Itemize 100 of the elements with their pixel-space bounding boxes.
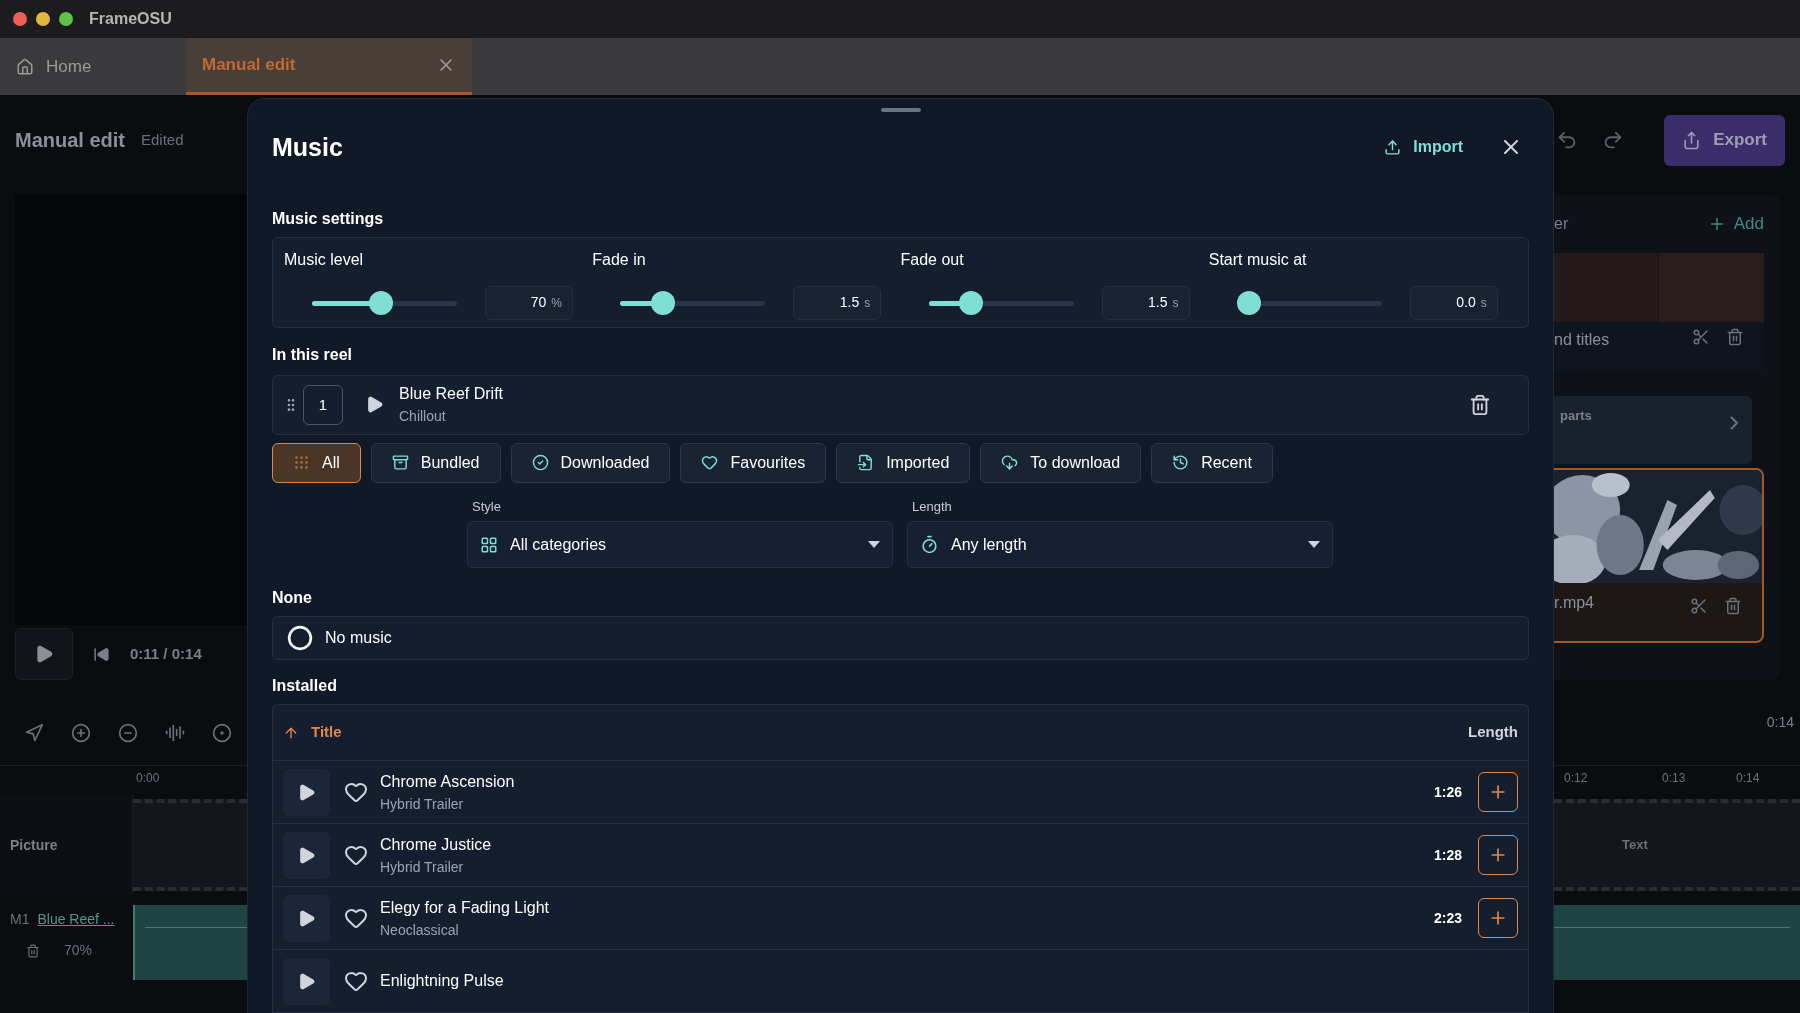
value-field[interactable]: 0.0 s	[1409, 285, 1498, 320]
radio-icon	[287, 625, 313, 652]
slider-thumb[interactable]	[958, 290, 983, 315]
slider-thumb[interactable]	[368, 290, 393, 315]
close-window-button[interactable]	[13, 12, 27, 26]
section-heading: None	[272, 588, 313, 609]
edited-status: Edited	[141, 129, 184, 150]
add-button[interactable]	[1478, 898, 1518, 938]
play-button[interactable]	[283, 768, 330, 816]
dropdown[interactable]: All categories	[467, 521, 893, 569]
filter-chip[interactable]: Downloaded	[510, 442, 671, 483]
filter-icon	[1001, 454, 1019, 472]
no-music-option[interactable]: No music	[272, 616, 1529, 660]
section-heading: Installed	[272, 676, 338, 696]
share-icon	[1682, 130, 1702, 150]
track-length: 1:28	[1433, 845, 1462, 865]
slider[interactable]	[620, 290, 766, 315]
minimize-window-button[interactable]	[36, 12, 50, 26]
track-label: Picture	[10, 835, 58, 855]
parts-card[interactable]: parts	[1554, 396, 1752, 464]
filter-chip[interactable]: Bundled	[370, 442, 501, 483]
filter-chip[interactable]: Recent	[1151, 442, 1273, 483]
playback-time: 0:11 / 0:14	[130, 643, 202, 664]
slider[interactable]	[312, 290, 457, 315]
filter-chip[interactable]: Imported	[836, 442, 971, 483]
zoom-in-icon[interactable]	[71, 723, 91, 743]
scissors-icon[interactable]	[1692, 328, 1710, 346]
track-genre: Hybrid Trailer	[380, 794, 465, 814]
add-button[interactable]	[1478, 772, 1518, 812]
clip-card[interactable]: nd titles	[1554, 253, 1764, 371]
target-icon[interactable]	[212, 723, 232, 743]
waveform-icon[interactable]	[165, 723, 185, 743]
play-button[interactable]	[283, 894, 330, 942]
import-button[interactable]: Import	[1384, 135, 1463, 160]
section-heading: Music settings	[272, 208, 385, 229]
ruler-label: 0:13	[1661, 770, 1687, 787]
value-field[interactable]: 1.5 s	[1101, 285, 1190, 320]
column-header[interactable]: Length	[1468, 721, 1518, 744]
undo-icon[interactable]	[1556, 129, 1578, 151]
chevron-right-icon	[1730, 416, 1738, 430]
clip-label: r.mp4	[1554, 593, 1594, 613]
value-field[interactable]: 1.5 s	[793, 285, 882, 320]
scissors-icon[interactable]	[1690, 597, 1708, 615]
dropdown-label: Style	[471, 497, 502, 516]
filter-chip[interactable]: All	[272, 442, 361, 483]
tab[interactable]: Home	[0, 38, 184, 95]
redo-icon[interactable]	[1602, 129, 1624, 151]
track-title: Elegy for a Fading Light	[380, 897, 549, 918]
play-icon	[297, 782, 316, 802]
track-title: Chrome Justice	[380, 834, 492, 855]
heart-icon[interactable]	[344, 906, 368, 930]
setting-label: Start music at	[1208, 249, 1308, 270]
order-field[interactable]: 1	[303, 384, 343, 425]
play-icon	[297, 908, 316, 928]
clip-label: nd titles	[1554, 330, 1610, 350]
track-title: Chrome Ascension	[380, 771, 515, 792]
value-field[interactable]: 70 %	[485, 285, 573, 320]
track-name-link[interactable]: Blue Reef ...	[37, 909, 115, 930]
track-genre: Neoclassical	[380, 920, 460, 940]
caret-icon	[868, 541, 880, 549]
track-title: Enlightning Pulse	[380, 971, 504, 991]
slider-thumb[interactable]	[650, 290, 675, 315]
track-length: 2:23	[1433, 908, 1462, 928]
slider[interactable]	[928, 290, 1074, 315]
skip-back-icon[interactable]	[93, 645, 110, 663]
ruler-label: 0:00	[136, 770, 160, 787]
zoom-window-button[interactable]	[59, 12, 73, 26]
column-header[interactable]: Title	[283, 721, 342, 744]
filter-icon	[391, 454, 409, 472]
delete-icon[interactable]	[1469, 393, 1491, 416]
slider-thumb[interactable]	[1236, 290, 1261, 315]
window-title: FrameOSU	[89, 9, 172, 29]
track-clip-label: Text	[1622, 836, 1648, 855]
play-icon[interactable]	[365, 395, 384, 415]
setting-label: Fade in	[592, 249, 647, 270]
slider[interactable]	[1236, 290, 1382, 315]
add-button[interactable]	[1478, 835, 1518, 875]
heart-icon[interactable]	[344, 780, 368, 804]
ruler-label: 0:14	[1735, 770, 1761, 787]
heart-icon[interactable]	[344, 969, 368, 993]
home-icon	[16, 57, 34, 76]
filter-icon	[701, 454, 719, 472]
add-button[interactable]: Add	[1707, 211, 1764, 237]
play-button[interactable]	[283, 831, 330, 879]
end-time: 0:14	[1766, 713, 1794, 732]
zoom-out-icon[interactable]	[118, 723, 138, 743]
filter-chip[interactable]: Favourites	[680, 442, 827, 483]
pointer-icon[interactable]	[24, 723, 44, 743]
timer-icon	[920, 535, 939, 555]
caret-icon	[1308, 541, 1320, 549]
export-button[interactable]: Export	[1664, 114, 1785, 166]
play-button[interactable]	[283, 957, 330, 1005]
track-length: 1:26	[1433, 782, 1462, 802]
play-button[interactable]	[15, 628, 73, 680]
clip-card[interactable]: r.mp4	[1554, 468, 1764, 643]
filter-chip[interactable]: To download	[980, 442, 1142, 483]
dropdown[interactable]: Any length	[907, 521, 1333, 569]
filter-icon	[857, 454, 875, 472]
drag-handle[interactable]	[880, 108, 921, 112]
heart-icon[interactable]	[344, 843, 368, 867]
